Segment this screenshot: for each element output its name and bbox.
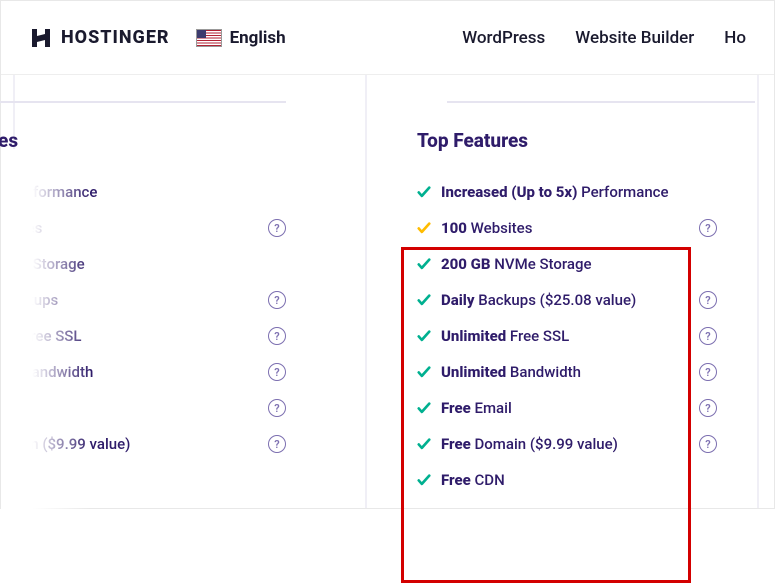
feature-item: Unlimited Free SSL? xyxy=(417,318,717,354)
nav-more[interactable]: Ho xyxy=(724,28,746,48)
feature-text: Performance xyxy=(10,183,97,201)
check-icon xyxy=(417,401,431,415)
feature-list: Performancesites?SD Storageackups?d Free… xyxy=(0,174,286,498)
feature-item: sites? xyxy=(0,210,286,246)
feature-item: 100 Websites? xyxy=(417,210,717,246)
check-icon xyxy=(417,293,431,307)
feature-item: Free Email? xyxy=(417,390,717,426)
help-icon[interactable]: ? xyxy=(699,327,717,345)
feature-item: Performance xyxy=(0,174,286,210)
help-icon[interactable]: ? xyxy=(268,291,286,309)
feature-item: Daily Backups ($25.08 value)? xyxy=(417,282,717,318)
check-icon xyxy=(417,329,431,343)
features-title: Top Features xyxy=(417,129,717,152)
feature-text: d Free SSL xyxy=(10,327,81,345)
feature-item: SD Storage xyxy=(0,246,286,282)
help-icon[interactable]: ? xyxy=(268,327,286,345)
feature-text: Free Domain ($9.99 value) xyxy=(441,435,618,453)
help-icon[interactable]: ? xyxy=(268,219,286,237)
feature-item: Free CDN xyxy=(417,462,717,498)
help-icon[interactable]: ? xyxy=(268,363,286,381)
language-label: English xyxy=(230,28,286,48)
check-icon xyxy=(417,257,431,271)
feature-item: Increased (Up to 5x) Performance xyxy=(417,174,717,210)
plan-column-left: ires Performancesites?SD Storageackups?d… xyxy=(0,75,316,518)
feature-item: I xyxy=(0,462,286,498)
header: HOSTINGER English WordPress Website Buil… xyxy=(1,1,774,75)
check-icon xyxy=(417,221,431,235)
divider xyxy=(0,101,286,103)
brand-name: HOSTINGER xyxy=(61,27,170,48)
feature-item: Unlimited Bandwidth? xyxy=(417,354,717,390)
feature-item: nain ($9.99 value)? xyxy=(0,426,286,462)
feature-text: Increased (Up to 5x) Performance xyxy=(441,183,669,201)
logo-icon xyxy=(29,26,53,50)
check-icon xyxy=(417,185,431,199)
feature-text: I xyxy=(10,471,14,489)
feature-item: 200 GB NVMe Storage xyxy=(417,246,717,282)
help-icon[interactable]: ? xyxy=(699,291,717,309)
divider xyxy=(447,101,755,103)
content-area: ires Performancesites?SD Storageackups?d… xyxy=(1,75,774,508)
brand-logo[interactable]: HOSTINGER xyxy=(29,26,170,50)
column-divider xyxy=(757,75,759,508)
feature-text: d Bandwidth xyxy=(10,363,93,381)
feature-text: Free Email xyxy=(441,399,512,417)
feature-text: 200 GB NVMe Storage xyxy=(441,255,592,273)
main-nav: WordPress Website Builder Ho xyxy=(462,28,746,48)
feature-text: Unlimited Free SSL xyxy=(441,327,569,345)
help-icon[interactable]: ? xyxy=(699,435,717,453)
feature-text: sites xyxy=(10,219,42,237)
column-divider xyxy=(365,75,367,508)
feature-text: Unlimited Bandwidth xyxy=(441,363,581,381)
feature-text: Free CDN xyxy=(441,471,505,489)
feature-list: Increased (Up to 5x) Performance 100 Webs… xyxy=(417,174,717,498)
language-selector[interactable]: English xyxy=(196,28,286,48)
check-icon xyxy=(417,365,431,379)
plan-column-right: Top Features Increased (Up to 5x) Perfor… xyxy=(387,75,747,518)
check-icon xyxy=(417,437,431,451)
feature-item: Free Domain ($9.99 value)? xyxy=(417,426,717,462)
features-title: ires xyxy=(0,129,286,152)
help-icon[interactable]: ? xyxy=(699,399,717,417)
feature-text: SD Storage xyxy=(10,255,85,273)
feature-text: nain ($9.99 value) xyxy=(10,435,130,453)
feature-item: ackups? xyxy=(0,282,286,318)
nav-website-builder[interactable]: Website Builder xyxy=(575,28,694,48)
check-icon xyxy=(417,473,431,487)
feature-item: d Free SSL? xyxy=(0,318,286,354)
feature-item: il? xyxy=(0,390,286,426)
feature-text: il xyxy=(10,399,18,417)
feature-text: ackups xyxy=(10,291,58,309)
feature-text: Daily Backups ($25.08 value) xyxy=(441,291,636,309)
feature-item: d Bandwidth? xyxy=(0,354,286,390)
flag-icon xyxy=(196,29,222,47)
help-icon[interactable]: ? xyxy=(268,435,286,453)
nav-wordpress[interactable]: WordPress xyxy=(462,28,545,48)
help-icon[interactable]: ? xyxy=(268,399,286,417)
help-icon[interactable]: ? xyxy=(699,219,717,237)
feature-text: 100 Websites xyxy=(441,219,532,237)
help-icon[interactable]: ? xyxy=(699,363,717,381)
